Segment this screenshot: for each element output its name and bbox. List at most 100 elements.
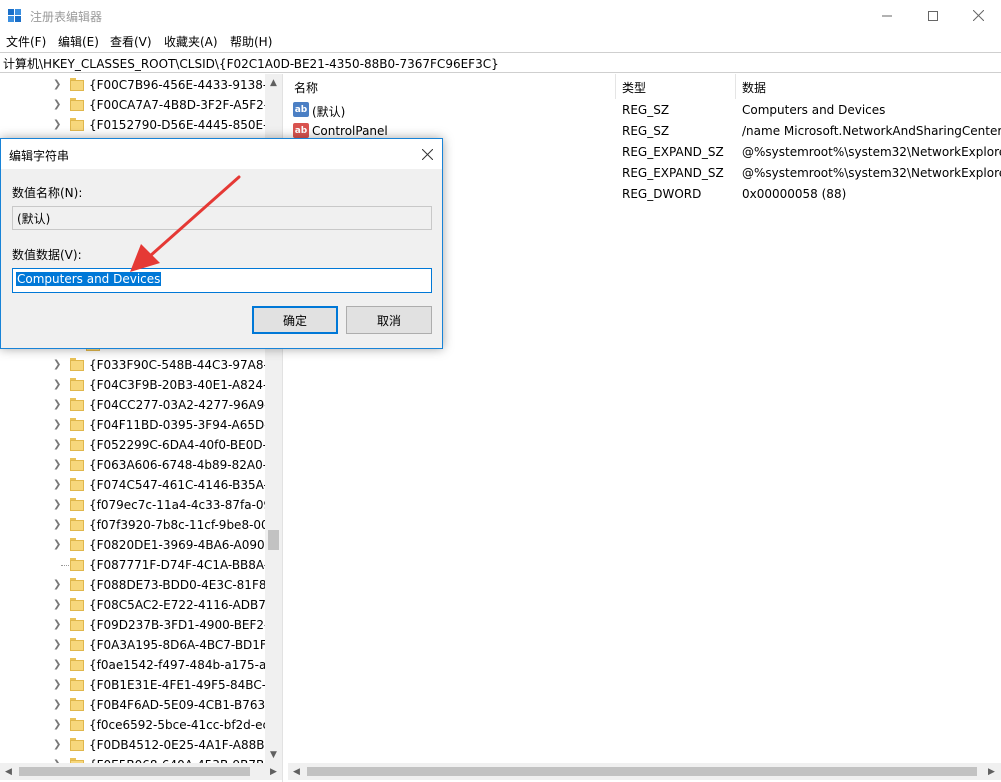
expand-icon[interactable]: ❯ xyxy=(53,519,63,531)
scroll-right-icon[interactable]: ▶ xyxy=(983,763,1000,780)
expand-icon[interactable]: ❯ xyxy=(53,719,63,731)
tree-item[interactable]: ❯ {F04F11BD-0395-3F94-A65D-C xyxy=(0,415,265,435)
minimize-button[interactable] xyxy=(864,0,910,31)
dialog-close-button[interactable] xyxy=(414,142,440,166)
tree-item[interactable]: ❯ {F04C3F9B-20B3-40E1-A824-3 xyxy=(0,375,265,395)
value-type: REG_SZ xyxy=(622,103,670,117)
address-path[interactable]: 计算机\HKEY_CLASSES_ROOT\CLSID\{F02C1A0D-BE… xyxy=(3,55,499,72)
tree-item-label: {F063A606-6748-4b89-82A0-3I xyxy=(89,458,265,472)
tree-item[interactable]: ❯ {F08C5AC2-E722-4116-ADB7-C xyxy=(0,595,265,615)
column-header-type[interactable]: 类型 xyxy=(616,74,736,99)
expand-icon[interactable]: ❯ xyxy=(53,99,63,111)
folder-icon xyxy=(70,418,84,431)
tree-item[interactable]: ❯ {F0A3A195-8D6A-4BC7-BD1F-3 xyxy=(0,635,265,655)
expand-icon[interactable]: ❯ xyxy=(53,699,63,711)
scroll-left-icon[interactable]: ◀ xyxy=(288,763,305,780)
tree-item-label: {F09D237B-3FD1-4900-BEF2-3 xyxy=(89,618,265,632)
value-data-input[interactable]: Computers and Devices xyxy=(12,268,432,293)
expand-icon[interactable]: ❯ xyxy=(53,459,63,471)
tree-item-label: {F04F11BD-0395-3F94-A65D-C xyxy=(89,418,265,432)
expand-icon[interactable]: ❯ xyxy=(53,399,63,411)
value-row[interactable]: ab (默认) REG_SZ Computers and Devices xyxy=(288,100,1001,121)
scroll-thumb[interactable] xyxy=(307,767,977,776)
expand-icon[interactable]: ❯ xyxy=(53,739,63,751)
expand-icon[interactable]: ❯ xyxy=(53,499,63,511)
tree-item-label: {F0820DE1-3969-4BA6-A090-E xyxy=(89,538,265,552)
menu-view[interactable]: 查看(V) xyxy=(110,33,152,50)
tree-item[interactable]: ❯ {F09D237B-3FD1-4900-BEF2-3 xyxy=(0,615,265,635)
value-data: @%systemroot%\system32\NetworkExplore xyxy=(742,145,1001,159)
tree-item[interactable]: ❯ {f0ae1542-f497-484b-a175-a2 xyxy=(0,655,265,675)
expand-icon[interactable]: ❯ xyxy=(53,599,63,611)
column-header-data[interactable]: 数据 xyxy=(736,74,1001,99)
tree-item[interactable]: ❯ {f07f3920-7b8c-11cf-9be8-00a xyxy=(0,515,265,535)
tree-item[interactable]: ❯ {F0820DE1-3969-4BA6-A090-E xyxy=(0,535,265,555)
expand-icon[interactable]: ❯ xyxy=(53,539,63,551)
tree-item[interactable]: {F087771F-D74F-4C1A-BB8A-E xyxy=(0,555,265,575)
menu-favorites[interactable]: 收藏夹(A) xyxy=(164,33,218,50)
scroll-up-icon[interactable]: ▲ xyxy=(265,74,282,91)
value-type: REG_DWORD xyxy=(622,187,702,201)
tree-item-label: {F0152790-D56E-4445-850E-4F xyxy=(89,118,265,132)
tree-item[interactable]: ❯ {f079ec7c-11a4-4c33-87fa-090 xyxy=(0,495,265,515)
minimize-icon xyxy=(882,15,892,16)
column-header-name[interactable]: 名称 xyxy=(288,74,616,99)
tree-item-label: {F087771F-D74F-4C1A-BB8A-E xyxy=(89,558,265,572)
expand-icon[interactable]: ❯ xyxy=(53,419,63,431)
tree-item[interactable]: ❯ {F0152790-D56E-4445-850E-4F xyxy=(0,115,265,135)
expand-icon[interactable]: ❯ xyxy=(53,439,63,451)
scroll-left-icon[interactable]: ◀ xyxy=(0,763,17,780)
tree-horizontal-scrollbar[interactable]: ◀ ▶ xyxy=(0,763,282,780)
tree-item-label: {F074C547-461C-4146-B35A-F xyxy=(89,478,265,492)
expand-icon[interactable]: ❯ xyxy=(53,479,63,491)
tree-item[interactable]: ❯ {f0ce6592-5bce-41cc-bf2d-ec4 xyxy=(0,715,265,735)
expand-icon[interactable]: ❯ xyxy=(53,359,63,371)
expand-icon[interactable]: ❯ xyxy=(53,119,63,131)
ok-button[interactable]: 确定 xyxy=(252,306,338,334)
expand-icon[interactable]: ❯ xyxy=(53,639,63,651)
folder-icon xyxy=(70,78,84,91)
scroll-thumb[interactable] xyxy=(19,767,250,776)
scroll-right-icon[interactable]: ▶ xyxy=(265,763,282,780)
expand-icon[interactable]: ❯ xyxy=(53,619,63,631)
expand-icon[interactable]: ❯ xyxy=(53,579,63,591)
value-type: REG_EXPAND_SZ xyxy=(622,145,724,159)
dialog-title-bar: 编辑字符串 xyxy=(1,139,442,169)
tree-item-label: {f079ec7c-11a4-4c33-87fa-090 xyxy=(89,498,265,512)
maximize-button[interactable] xyxy=(910,0,956,31)
menu-edit[interactable]: 编辑(E) xyxy=(58,33,99,50)
folder-icon xyxy=(70,558,84,571)
tree-item[interactable]: ❯ {F0B4F6AD-5E09-4CB1-B763-E xyxy=(0,695,265,715)
expand-icon[interactable]: ❯ xyxy=(53,79,63,91)
folder-icon xyxy=(70,598,84,611)
folder-icon xyxy=(70,578,84,591)
selected-text: Computers and Devices xyxy=(16,272,162,286)
tree-item[interactable]: ❯ {F0DB4512-0E25-4A1F-A88B-8 xyxy=(0,735,265,755)
tree-item[interactable]: ❯ {F0B1E31E-4FE1-49F5-84BC-4E xyxy=(0,675,265,695)
tree-item[interactable]: ❯ {F088DE73-BDD0-4E3C-81F8-6 xyxy=(0,575,265,595)
close-icon xyxy=(421,148,433,160)
tree-item[interactable]: ❯ {F00C7B96-456E-4433-9138-54 xyxy=(0,75,265,95)
expand-icon[interactable]: ❯ xyxy=(53,679,63,691)
scroll-thumb[interactable] xyxy=(268,530,279,550)
tree-item[interactable]: ❯ {F033F90C-548B-44C3-97A8-B xyxy=(0,355,265,375)
value-data: 0x00000058 (88) xyxy=(742,187,847,201)
menu-help[interactable]: 帮助(H) xyxy=(230,33,272,50)
close-button[interactable] xyxy=(955,0,1001,31)
tree-item-label: {f07f3920-7b8c-11cf-9be8-00a xyxy=(89,518,265,532)
address-bar[interactable]: 计算机\HKEY_CLASSES_ROOT\CLSID\{F02C1A0D-BE… xyxy=(0,52,1001,73)
tree-item[interactable]: ❯ {F074C547-461C-4146-B35A-F xyxy=(0,475,265,495)
tree-item[interactable]: ❯ {F04CC277-03A2-4277-96A9-7 xyxy=(0,395,265,415)
list-horizontal-scrollbar[interactable]: ◀ ▶ xyxy=(288,763,1001,780)
scroll-down-icon[interactable]: ▼ xyxy=(265,746,282,763)
tree-item-label: {F0DB4512-0E25-4A1F-A88B-8 xyxy=(89,738,265,752)
tree-item[interactable]: ❯ {F00CA7A7-4B8D-3F2F-A5F2-C xyxy=(0,95,265,115)
expand-icon[interactable]: ❯ xyxy=(53,379,63,391)
menu-file[interactable]: 文件(F) xyxy=(6,33,46,50)
tree-item[interactable]: ❯ {F052299C-6DA4-40f0-BE0D-8 xyxy=(0,435,265,455)
tree-item[interactable]: ❯ {F063A606-6748-4b89-82A0-3I xyxy=(0,455,265,475)
folder-icon xyxy=(70,638,84,651)
cancel-button[interactable]: 取消 xyxy=(346,306,432,334)
folder-icon xyxy=(70,518,84,531)
expand-icon[interactable]: ❯ xyxy=(53,659,63,671)
